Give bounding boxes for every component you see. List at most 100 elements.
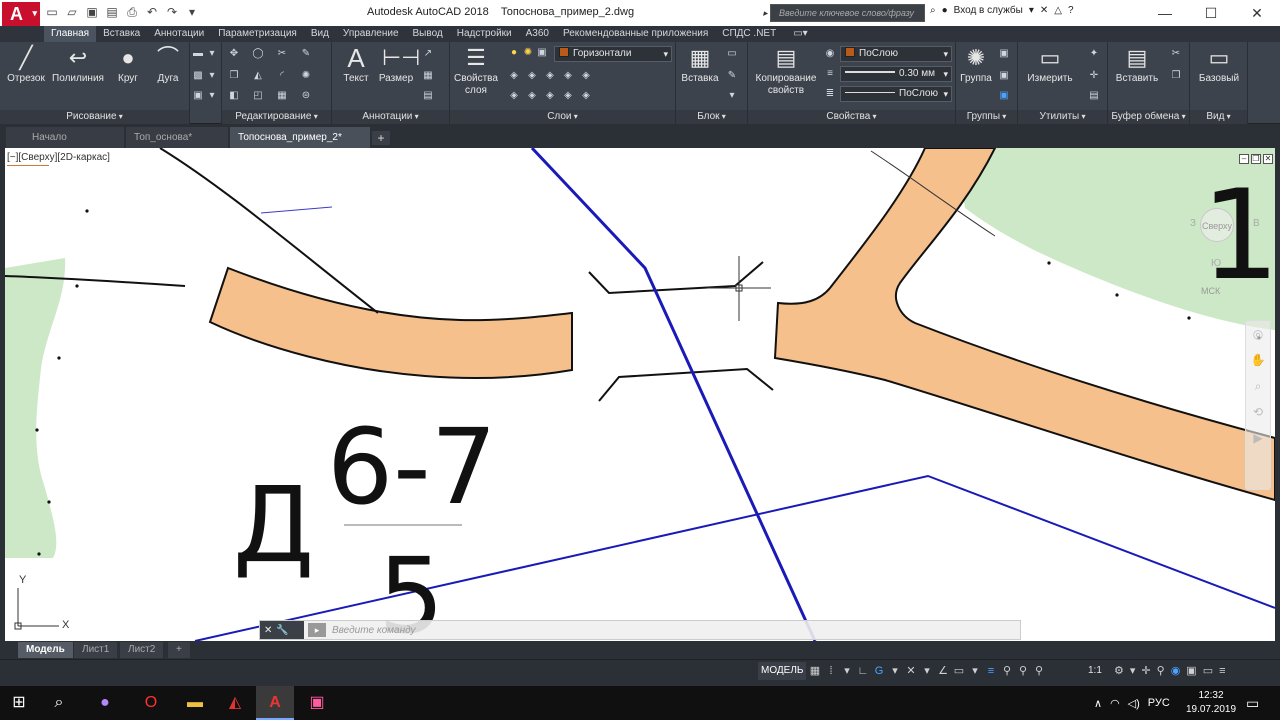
point-icon[interactable]: ✛ bbox=[1088, 70, 1100, 82]
trim-icon[interactable]: ✂ bbox=[276, 48, 288, 60]
calculator-icon[interactable]: ▤ bbox=[1088, 90, 1100, 102]
exchange-icon[interactable]: ✕ bbox=[1040, 5, 1048, 16]
save-as-icon[interactable]: ▤ bbox=[104, 4, 120, 20]
tab-insert[interactable]: Вставка bbox=[96, 26, 147, 42]
cmd-recent-icon[interactable]: ▸ bbox=[308, 623, 326, 637]
media-app-icon[interactable]: ▣ bbox=[298, 686, 336, 720]
wcs-menu[interactable]: МСК bbox=[1201, 286, 1220, 296]
cmd-close-icon[interactable]: ✕ bbox=[264, 625, 272, 636]
notification-icon[interactable]: ▭ bbox=[1246, 695, 1259, 712]
polyline-button[interactable]: ↩ Полилиния bbox=[50, 44, 106, 85]
file-tab-top-osnova[interactable]: Топ_основа* bbox=[126, 127, 228, 148]
ortho-icon[interactable]: ∟ bbox=[856, 663, 870, 679]
table-icon[interactable]: ▦ bbox=[422, 70, 434, 82]
windows-start-icon[interactable]: ⊞ bbox=[0, 686, 38, 720]
layer-properties-button[interactable]: ☰ Свойства слоя bbox=[452, 44, 500, 97]
vp-minimize-icon[interactable]: – bbox=[1239, 154, 1249, 164]
lineweight-icon[interactable]: ≡ bbox=[824, 68, 836, 80]
volume-icon[interactable]: ◁) bbox=[1128, 697, 1140, 710]
dropdown-icon[interactable]: ▾ bbox=[206, 70, 218, 82]
layer-isolate-icon[interactable]: ◈ bbox=[544, 70, 556, 82]
dropdown-icon[interactable]: ▾ bbox=[206, 90, 218, 102]
showmotion-icon[interactable]: ▶ bbox=[1246, 431, 1270, 451]
edit-block-icon[interactable]: ✎ bbox=[726, 70, 738, 82]
grid-icon[interactable]: ▦ bbox=[808, 663, 822, 679]
explode-icon[interactable]: ✺ bbox=[300, 70, 312, 82]
osnap-icon[interactable]: ∠ bbox=[936, 663, 950, 679]
group-edit-icon[interactable]: ▣ bbox=[998, 70, 1010, 82]
rotate-icon[interactable]: ◯ bbox=[252, 48, 264, 60]
annotation-scale-icon[interactable]: ⚲ bbox=[1032, 663, 1046, 679]
layout-add-button[interactable]: + bbox=[168, 642, 190, 658]
viewport-controls-label[interactable]: [−][Сверху][2D-каркас] bbox=[7, 152, 110, 166]
qat-dropdown-icon[interactable]: ▾ bbox=[184, 4, 200, 20]
fillet-icon[interactable]: ◜ bbox=[276, 70, 288, 82]
sun-icon[interactable]: ✺ bbox=[522, 47, 534, 59]
leader-icon[interactable]: ↗ bbox=[422, 48, 434, 60]
vp-restore-icon[interactable]: ❐ bbox=[1251, 154, 1261, 164]
help-icon[interactable]: ? bbox=[1068, 5, 1074, 16]
lineweight-dropdown[interactable]: 0.30 мм bbox=[840, 66, 952, 82]
markup-icon[interactable]: ▤ bbox=[422, 90, 434, 102]
undo-icon[interactable]: ↶ bbox=[144, 4, 160, 20]
save-icon[interactable]: ▣ bbox=[84, 4, 100, 20]
viewcube-south[interactable]: Ю bbox=[1211, 258, 1221, 269]
lightbulb-icon[interactable]: ● bbox=[508, 47, 520, 59]
panel-view-title[interactable]: Вид bbox=[1190, 110, 1247, 124]
panel-annotation-title[interactable]: Аннотации bbox=[332, 110, 449, 124]
color-dropdown[interactable]: ПоСлою bbox=[840, 46, 952, 62]
dropdown-icon[interactable]: ▾ bbox=[840, 663, 854, 679]
lineweight-toggle-icon[interactable]: ≡ bbox=[984, 663, 998, 679]
orbit-icon[interactable]: ⟲ bbox=[1246, 405, 1270, 425]
create-block-icon[interactable]: ▭ bbox=[726, 48, 738, 60]
search-input[interactable]: Введите ключевое слово/фразу bbox=[763, 4, 925, 22]
lock-icon[interactable]: ▣ bbox=[536, 47, 548, 59]
layer-copy-icon[interactable]: ◈ bbox=[526, 90, 538, 102]
cortana-icon[interactable]: ● bbox=[86, 686, 124, 720]
tab-featured-apps[interactable]: Рекомендованные приложения bbox=[556, 26, 715, 42]
layer-prev-icon[interactable]: ◈ bbox=[526, 70, 538, 82]
layout-tab-model[interactable]: Модель bbox=[18, 642, 73, 658]
layer-match-icon[interactable]: ◈ bbox=[508, 70, 520, 82]
fullscreen-icon[interactable]: ▭ bbox=[1203, 663, 1213, 679]
copy-clip-icon[interactable]: ❐ bbox=[1170, 70, 1182, 82]
mirror-icon[interactable]: ◭ bbox=[252, 70, 264, 82]
model-space-button[interactable]: МОДЕЛЬ bbox=[758, 662, 807, 680]
taskbar-clock[interactable]: 12:32 19.07.2019 bbox=[1185, 689, 1237, 717]
layer-dropdown[interactable]: Горизонтали bbox=[554, 46, 672, 62]
measure-button[interactable]: ▭ Измерить bbox=[1022, 44, 1078, 85]
units-icon[interactable]: ⚲ bbox=[1157, 663, 1165, 679]
insert-block-button[interactable]: ▦ Вставка bbox=[678, 44, 722, 85]
tab-spds[interactable]: СПДС .NET bbox=[715, 26, 783, 42]
panel-draw-title[interactable]: Рисование bbox=[0, 110, 189, 124]
boundary-icon[interactable]: ▣ bbox=[192, 90, 204, 102]
close-icon[interactable]: ✕ bbox=[1234, 0, 1280, 26]
quick-select-icon[interactable]: ✦ bbox=[1088, 48, 1100, 60]
viewcube-west[interactable]: З bbox=[1190, 218, 1196, 229]
file-tab-start[interactable]: Начало bbox=[6, 127, 124, 148]
cut-icon[interactable]: ✂ bbox=[1170, 48, 1182, 60]
opera-icon[interactable]: O bbox=[132, 686, 170, 720]
layer-unlock-icon[interactable]: ◈ bbox=[562, 90, 574, 102]
cart-icon[interactable]: ▾ bbox=[1029, 5, 1034, 16]
layer-current-icon[interactable]: ◈ bbox=[508, 90, 520, 102]
scale-icon[interactable]: ◰ bbox=[252, 90, 264, 102]
dropdown-icon[interactable]: ▾ bbox=[206, 48, 218, 60]
signin-button[interactable]: Вход в службы bbox=[954, 5, 1023, 16]
stretch-icon[interactable]: ◧ bbox=[228, 90, 240, 102]
plot-icon[interactable]: ⎙ bbox=[124, 4, 140, 20]
snap-icon[interactable]: ⁞ bbox=[824, 663, 838, 679]
user-icon[interactable]: ● bbox=[942, 5, 948, 16]
arc-button[interactable]: ⌒ Дуга bbox=[150, 44, 186, 85]
group-button[interactable]: ✺ Группа bbox=[958, 44, 994, 85]
panel-properties-title[interactable]: Свойства bbox=[748, 110, 955, 124]
cmd-customize-icon[interactable]: 🔧 bbox=[276, 625, 288, 636]
command-input[interactable] bbox=[332, 621, 1012, 639]
acrobat-icon[interactable]: ◭ bbox=[216, 686, 254, 720]
ribbon-options-icon[interactable]: ▭▾ bbox=[783, 26, 817, 42]
file-tab-toposnova-primer[interactable]: Топоснова_пример_2* bbox=[230, 127, 370, 148]
viewcube[interactable]: Сверху bbox=[1200, 208, 1234, 242]
viewcube-east[interactable]: В bbox=[1253, 218, 1260, 229]
autoscale-icon[interactable]: ⚲ bbox=[1016, 663, 1030, 679]
annotation-visibility-icon[interactable]: ⚲ bbox=[1000, 663, 1014, 679]
